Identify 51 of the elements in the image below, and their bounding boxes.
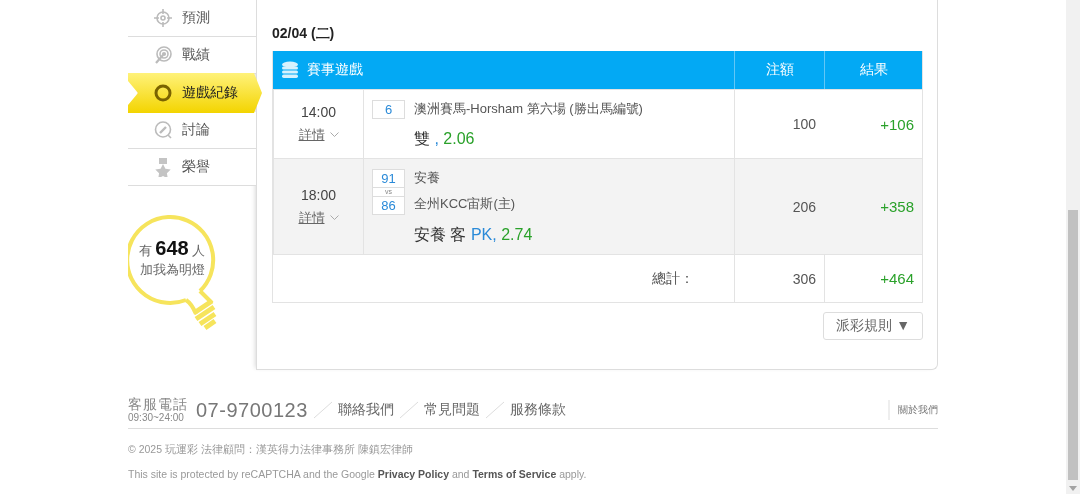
- total-label: 總計：: [652, 269, 694, 288]
- column-header: 注額: [765, 61, 794, 79]
- chevron-icon: [329, 214, 339, 221]
- total-result: +464: [880, 270, 914, 287]
- match-time: 14:00: [300, 104, 336, 120]
- payout-rules-button[interactable]: 派彩規則 ▼: [823, 312, 923, 340]
- match-time: 18:00: [300, 186, 336, 203]
- target-icon: [153, 45, 173, 65]
- phone-label: 客服電話: [128, 397, 188, 412]
- horse-number: 6: [384, 101, 393, 118]
- phone-number: 07-9700123: [196, 398, 308, 422]
- result-amount: +106: [880, 115, 914, 133]
- event-name: 全州KCC宙斯(主): [414, 195, 516, 212]
- footer-link[interactable]: 聯絡我們: [337, 401, 394, 419]
- about-link[interactable]: 關於我們: [888, 400, 938, 420]
- bet-pick: 雙 , 2.06: [413, 129, 476, 149]
- result-amount: +358: [880, 198, 914, 215]
- fans-caption: 加我為明燈: [139, 262, 205, 277]
- service-hours: 09:30~24:00: [128, 412, 185, 423]
- fans-count: 648: [155, 237, 189, 259]
- date-heading: 02/04 (二): [272, 25, 335, 43]
- event-name: 安養: [414, 169, 441, 186]
- slash-icon: [483, 401, 506, 419]
- stake-amount: 206: [792, 198, 816, 215]
- ring-icon: [153, 83, 173, 103]
- chat-icon: [153, 120, 173, 140]
- total-stake: 306: [792, 270, 816, 287]
- slash-icon: [397, 401, 420, 419]
- score: 86: [381, 197, 396, 214]
- column-header: 結果: [859, 61, 888, 79]
- fans-suffix: 人: [191, 243, 205, 258]
- bet-pick: 安養 客 PK, 2.74: [413, 225, 534, 245]
- details-link[interactable]: 詳情: [298, 126, 339, 144]
- medal-icon: [153, 157, 173, 177]
- scroll-down-icon[interactable]: [1069, 486, 1077, 491]
- score: 91: [381, 170, 396, 187]
- details-link[interactable]: 詳情: [298, 208, 339, 227]
- footer-link[interactable]: 常見問題: [423, 401, 480, 419]
- event-name: 澳洲賽馬-Horsham 第六場 (勝出馬編號): [414, 100, 643, 117]
- sidebar-item[interactable]: 遊戲紀錄: [128, 73, 262, 113]
- footer-link[interactable]: 服務條款: [509, 401, 566, 419]
- fans-prefix: 有: [139, 243, 153, 258]
- chevron-icon: [329, 132, 339, 138]
- stake-amount: 100: [792, 116, 816, 132]
- recaptcha-notice: This site is protected by reCAPTCHA and the Google Privacy Policy and Terms of Service apply.: [128, 468, 588, 480]
- table-title: 賽事遊戲: [307, 61, 363, 79]
- slash-icon: [311, 401, 334, 419]
- coin-stack-icon: [281, 61, 299, 79]
- crosshair-icon: [153, 8, 173, 28]
- copyright-text: © 2025 玩運彩 法律顧問：漢英得力法律事務所 陳鎮宏律師: [128, 443, 414, 457]
- scrollbar-thumb[interactable]: [1068, 210, 1078, 480]
